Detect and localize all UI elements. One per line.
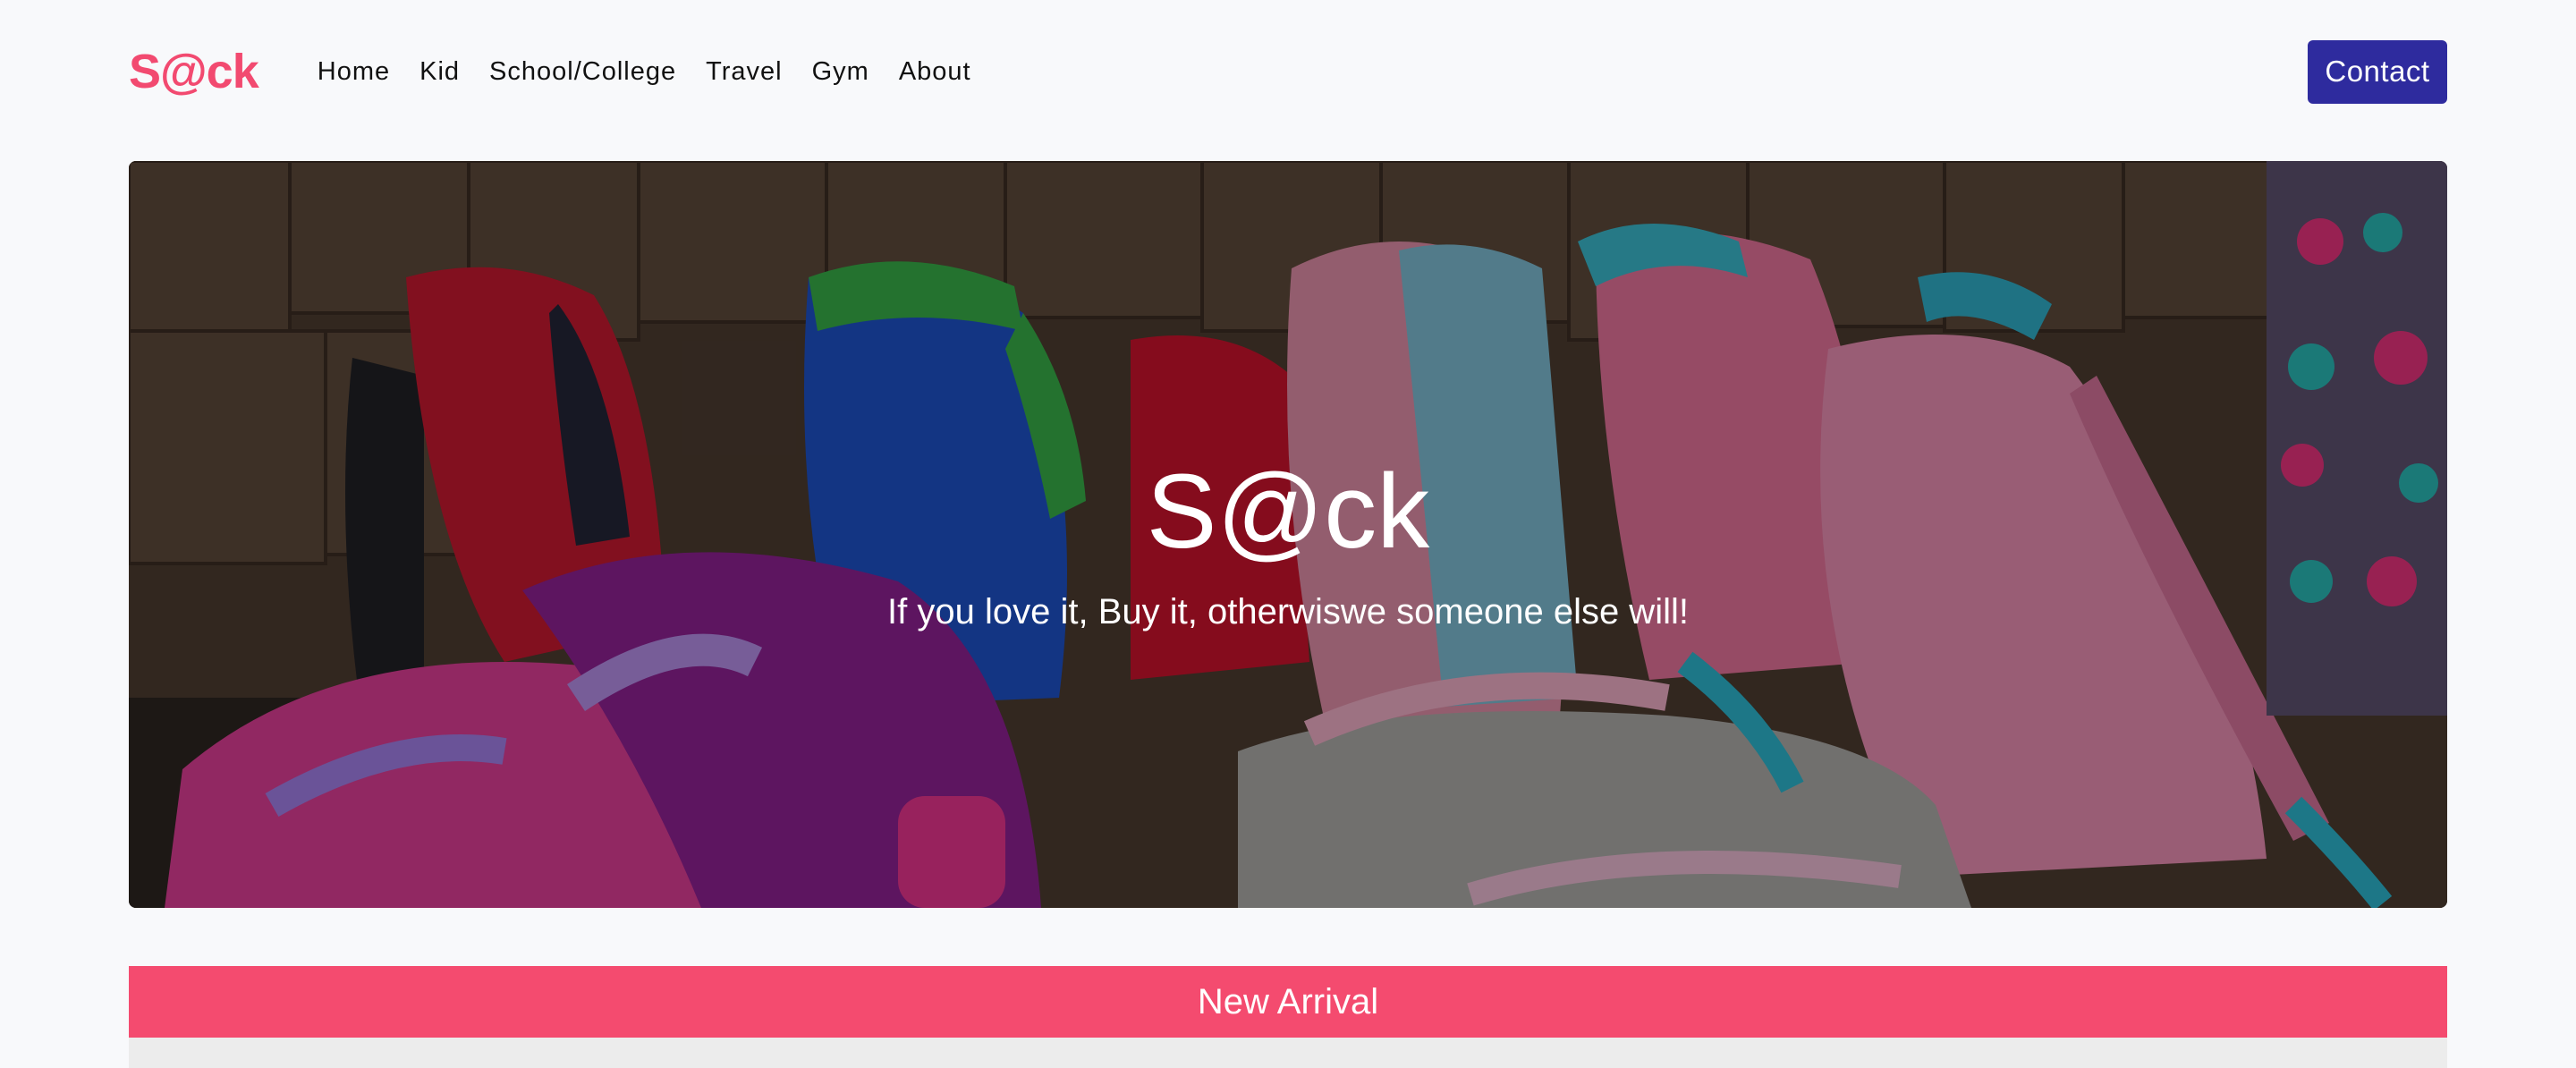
- contact-button[interactable]: Contact: [2308, 39, 2447, 104]
- new-arrival-heading: New Arrival: [129, 966, 2447, 1038]
- nav-links: Home Kid School/College Travel Gym About: [318, 57, 1001, 87]
- nav-item-travel[interactable]: Travel: [706, 57, 783, 86]
- hero-banner: S@ck If you love it, Buy it, otherwiswe …: [129, 161, 2447, 908]
- new-arrival-content: [129, 1038, 2447, 1068]
- page: S@ck Home Kid School/College Travel Gym …: [0, 0, 2576, 1068]
- nav-item-kid[interactable]: Kid: [419, 57, 460, 86]
- navbar: S@ck Home Kid School/College Travel Gym …: [129, 39, 2447, 104]
- nav-item-gym[interactable]: Gym: [812, 57, 869, 86]
- hero-title: S@ck: [1146, 453, 1430, 571]
- hero-tagline: If you love it, Buy it, otherwiswe someo…: [887, 592, 1689, 631]
- nav-item-home[interactable]: Home: [318, 57, 390, 86]
- brand-logo[interactable]: S@ck: [129, 39, 259, 104]
- nav-item-school-college[interactable]: School/College: [489, 57, 676, 86]
- nav-item-about[interactable]: About: [899, 57, 971, 86]
